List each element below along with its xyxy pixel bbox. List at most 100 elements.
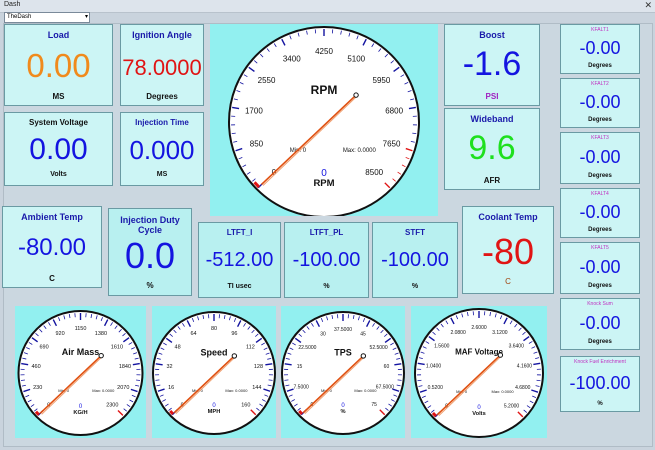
gauge-tick-label: 7.5000 xyxy=(294,384,310,390)
gauge-tick-label: 15 xyxy=(297,364,303,370)
small-tile: KFALT3 -0.00 Degrees xyxy=(560,132,640,184)
gauge-title: RPM xyxy=(311,83,338,97)
gauge-tick-label: 144 xyxy=(252,385,261,391)
gauge-unit: MPH xyxy=(208,409,221,415)
window-title: Dash xyxy=(4,1,21,8)
gauge-tick-label: 22.5000 xyxy=(298,345,316,351)
gauge-needle-hub xyxy=(360,353,367,359)
gauge-minor-tick xyxy=(412,132,417,135)
gauge-tick-label: 1.5600 xyxy=(434,344,450,350)
gauge-peak-marker xyxy=(298,409,304,416)
gauge-title: Air Mass xyxy=(62,347,100,357)
gauge-minor-tick xyxy=(284,379,289,381)
small-tile-unit: Degrees xyxy=(588,173,612,179)
wideband-tile: Wideband 9.6 AFR xyxy=(444,108,540,190)
tile-value: -80 xyxy=(481,231,535,272)
tile-value: 0.0 xyxy=(124,235,176,276)
gauge-tick-label: 37.5000 xyxy=(334,327,352,333)
gauge-max-text: Max: 0.0000 xyxy=(92,388,115,393)
tile-unit: % xyxy=(411,283,419,290)
gauge-tick-label: 32 xyxy=(166,364,172,370)
gauge-tick-label: 1700 xyxy=(245,107,263,116)
gauge-tick-label: 2070 xyxy=(117,385,129,391)
gauge-title: TPS xyxy=(334,347,352,357)
tps-gauge: 07.50001522.50003037.50004552.50006067.5… xyxy=(281,311,405,435)
small-tile-label: KFALT3 xyxy=(591,135,609,141)
tile-value: 0.00 xyxy=(26,47,91,84)
injection-duty-tile: Injection Duty Cycle 0.0 % xyxy=(108,208,192,296)
gauge-tick-label: 7650 xyxy=(383,140,401,149)
ltft-pl-tile: LTFT_PL -100.00 % xyxy=(284,222,369,298)
gauge-tick-label: 160 xyxy=(241,403,250,409)
gauge-tick-label: 850 xyxy=(250,140,264,149)
gauge-minor-tick xyxy=(20,379,25,381)
tile-value: -1.6 xyxy=(462,45,522,83)
speed-gauge-panel: 0163248648096112128144160SpeedMin: 0Max:… xyxy=(152,306,276,438)
gauge-tick-label: 96 xyxy=(231,331,237,337)
small-tile: KFALT5 -0.00 Degrees xyxy=(560,242,640,294)
gauge-tick-label: 112 xyxy=(246,344,255,350)
tile-unit: C xyxy=(505,277,511,286)
gauge-tick-label: 1610 xyxy=(111,344,123,350)
gauge-tick-label: 1380 xyxy=(95,331,107,337)
gauge-minor-tick xyxy=(231,132,236,135)
gauge-tick-label: 45 xyxy=(360,332,366,338)
small-tile: KFALT4 -0.00 Degrees xyxy=(560,188,640,238)
gauge-tick-label: 460 xyxy=(31,364,40,370)
small-tile-label: Knock Sum xyxy=(587,301,613,307)
speed-gauge: 0163248648096112128144160SpeedMin: 0Max:… xyxy=(152,311,276,435)
system-voltage-tile: System Voltage 0.00 Volts xyxy=(4,112,113,186)
gauge-minor-tick xyxy=(136,379,141,381)
gauge-tick-label: 128 xyxy=(254,364,263,370)
tile-label: Ambient Temp xyxy=(21,212,83,222)
gauge-minor-tick xyxy=(155,379,160,381)
gauge-tick-label: 3400 xyxy=(283,55,301,64)
tile-label: Wideband xyxy=(470,114,514,124)
tile-unit: % xyxy=(323,283,330,290)
gauge-tick-label: 64 xyxy=(191,331,197,337)
small-tile-label: KFALT2 xyxy=(591,81,609,87)
tile-value: 0.00 xyxy=(29,133,88,166)
gauge-max-text: Max: 0.0000 xyxy=(492,389,515,394)
gauge-tick-label: 5950 xyxy=(373,76,391,85)
tile-label: System Voltage xyxy=(29,118,88,127)
gauge-max-text: Max: 0.0000 xyxy=(354,388,377,393)
tile-value: -512.00 xyxy=(205,249,274,271)
tile-label: Ignition Angle xyxy=(132,30,192,40)
gauge-tick-label: 80 xyxy=(211,326,217,332)
small-tile-value: -100.00 xyxy=(569,373,631,393)
small-tile: KFALT2 -0.00 Degrees xyxy=(560,78,640,128)
gauge-tick-label: 3.6400 xyxy=(509,344,525,350)
chevron-down-icon[interactable]: ▾ xyxy=(85,13,88,22)
coolant-temp-tile: Coolant Temp -80 C xyxy=(462,206,554,294)
tile-unit: Volts xyxy=(50,171,67,178)
gauge-needle-hub xyxy=(98,352,104,359)
gauge-minor-tick xyxy=(397,379,402,381)
tile-unit: PSI xyxy=(485,92,499,101)
window-titlebar: Dash ✕ xyxy=(0,0,655,13)
gauge-needle-hub xyxy=(497,352,504,358)
gauge-peak-marker xyxy=(34,410,40,416)
gauge-tick-label: 60 xyxy=(384,364,390,370)
rpm-gauge: 0850170025503400425051005950680076508500… xyxy=(228,26,420,218)
gauge-tick-label: 30 xyxy=(320,332,326,338)
small-tile-label: KFALT4 xyxy=(591,191,609,197)
small-tile-value: -0.00 xyxy=(579,147,621,167)
gauge-tick-label: 2300 xyxy=(106,403,118,409)
small-tile-unit: % xyxy=(597,401,603,407)
dash-select[interactable]: TheDash ▾ xyxy=(4,12,90,23)
gauge-peak-marker xyxy=(169,409,175,416)
gauge-tick-label: 0.5200 xyxy=(428,385,444,391)
gauge-tick-label: 1840 xyxy=(119,364,131,370)
small-tile-unit: Degrees xyxy=(588,63,612,69)
airmass-gauge-panel: 0230460690920115013801610184020702300Air… xyxy=(15,306,146,438)
small-tile-value: -0.00 xyxy=(579,313,621,333)
gauge-max-text: Max: 0.0000 xyxy=(343,148,377,154)
gauge-tick-label: 52.5000 xyxy=(370,345,388,351)
close-icon[interactable]: ✕ xyxy=(644,0,652,11)
gauge-needle-hub xyxy=(231,353,238,359)
tile-label: LTFT_I xyxy=(226,228,253,237)
gauge-unit: KG/H xyxy=(73,410,87,416)
dash-select-value: TheDash xyxy=(7,14,32,20)
small-tile-unit: Degrees xyxy=(588,339,612,345)
